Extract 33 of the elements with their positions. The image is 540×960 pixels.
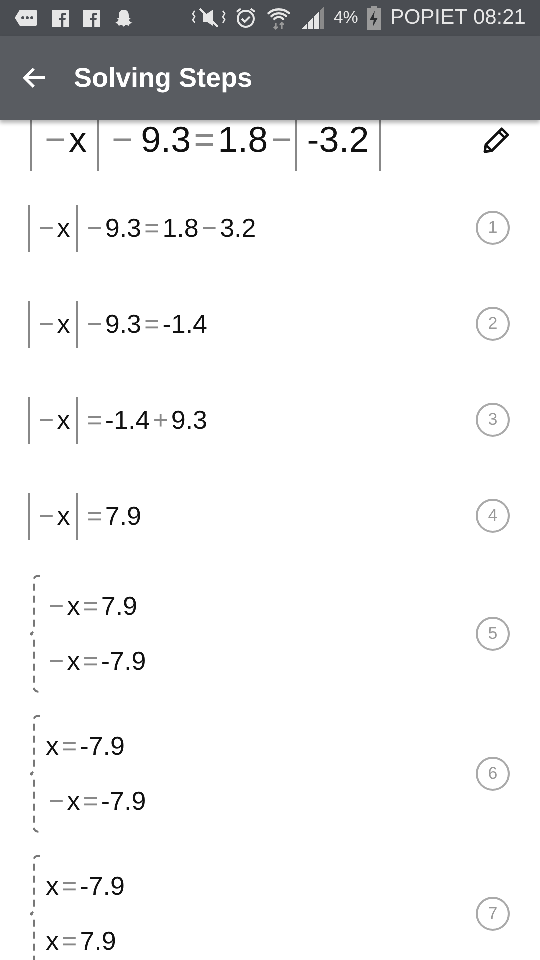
- pencil-icon[interactable]: [482, 125, 512, 155]
- step-number[interactable]: 5: [476, 617, 510, 651]
- equation: −x=-7.9: [48, 786, 146, 817]
- wifi-icon: [266, 6, 292, 30]
- ghost-icon: [114, 8, 134, 28]
- page-title: Solving Steps: [74, 62, 253, 94]
- step-number[interactable]: 4: [476, 499, 510, 533]
- clock: 08:21: [473, 6, 526, 30]
- facebook-icon: [52, 10, 69, 26]
- signal-icon: [300, 7, 325, 29]
- carrier-name: POPIET: [390, 6, 468, 30]
- step-number[interactable]: 1: [476, 211, 510, 245]
- step-number[interactable]: 7: [476, 897, 510, 931]
- equation: x=7.9: [46, 926, 118, 957]
- alarm-icon: [234, 7, 257, 29]
- equation: −x =-1.4+9.3: [28, 396, 208, 444]
- equation: −x −9.3=1.8−3.2: [28, 204, 256, 252]
- equation: −x − 9.3=1.8− -3.2: [30, 120, 392, 171]
- battery-icon: [367, 6, 382, 30]
- step-number[interactable]: 3: [476, 403, 510, 437]
- step-number[interactable]: 2: [476, 307, 510, 341]
- equation: −x −9.3=-1.4: [28, 300, 208, 348]
- equation: x=-7.9: [46, 731, 126, 762]
- back-icon[interactable]: [22, 67, 46, 89]
- equation: −x =7.9: [28, 492, 142, 540]
- step-number[interactable]: 6: [476, 757, 510, 791]
- battery-percent: 4%: [334, 8, 358, 28]
- equation: −x=-7.9: [48, 646, 146, 677]
- facebook-icon: [83, 10, 100, 26]
- mute-icon: [192, 7, 226, 29]
- equation: x=-7.9: [46, 871, 125, 902]
- tag-icon: [14, 9, 38, 27]
- equation: −x=7.9: [48, 591, 139, 622]
